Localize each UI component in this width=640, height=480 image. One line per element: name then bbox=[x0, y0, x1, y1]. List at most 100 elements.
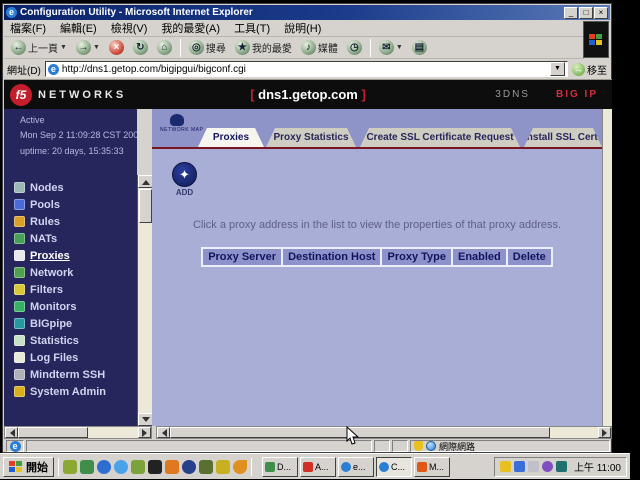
start-button[interactable]: 開始 bbox=[3, 457, 54, 477]
sidebar-item-log-files[interactable]: Log Files bbox=[14, 349, 106, 366]
tray-icon[interactable] bbox=[542, 461, 553, 472]
menu-favorites[interactable]: 我的最愛(A) bbox=[161, 20, 220, 36]
tray-icon[interactable] bbox=[514, 461, 525, 472]
browser-window: e Configuration Utility - Microsoft Inte… bbox=[2, 3, 612, 453]
menu-file[interactable]: 檔案(F) bbox=[10, 20, 46, 36]
go-button[interactable]: → 移至 bbox=[572, 62, 609, 77]
task-button[interactable]: D... bbox=[262, 457, 298, 477]
sidebar-item-bigpipe[interactable]: BIGpipe bbox=[14, 315, 106, 332]
home-button[interactable]: ⌂ bbox=[154, 39, 175, 56]
task-button-active[interactable]: C... bbox=[376, 457, 412, 477]
hscrollbar-thumb[interactable] bbox=[170, 427, 550, 438]
stop-icon: × bbox=[109, 40, 124, 55]
sidebar-item-system-admin[interactable]: System Admin bbox=[14, 383, 106, 400]
refresh-button[interactable]: ↻ bbox=[130, 39, 151, 56]
menu-view[interactable]: 檢視(V) bbox=[111, 20, 148, 36]
add-button[interactable]: ✦ bbox=[172, 162, 197, 187]
minimize-button[interactable]: _ bbox=[564, 7, 578, 19]
sidebar-item-nats[interactable]: NATs bbox=[14, 230, 106, 247]
tab-create-ssl-certificate-request[interactable]: Create SSL Certificate Request bbox=[360, 128, 520, 147]
scrollbar-thumb[interactable] bbox=[139, 189, 152, 223]
menu-tools[interactable]: 工具(T) bbox=[234, 20, 270, 36]
column-delete[interactable]: Delete bbox=[506, 247, 553, 267]
task-button[interactable]: A... bbox=[300, 457, 336, 477]
sidebar-item-proxies[interactable]: Proxies bbox=[14, 247, 106, 264]
document-icon: e bbox=[10, 441, 21, 452]
mail-button[interactable]: ✉ ▼ bbox=[376, 39, 406, 56]
sidebar-item-monitors[interactable]: Monitors bbox=[14, 298, 106, 315]
menu-edit[interactable]: 編輯(E) bbox=[60, 20, 97, 36]
quick-launch-icon[interactable] bbox=[63, 460, 77, 474]
menu-help[interactable]: 說明(H) bbox=[284, 20, 321, 36]
quick-launch-icon[interactable] bbox=[80, 460, 94, 474]
network-map-button[interactable]: NETWORK MAP bbox=[160, 112, 194, 144]
media-icon: ♪ bbox=[301, 40, 316, 55]
favorites-button[interactable]: ★ 我的最愛 bbox=[232, 39, 295, 56]
sidebar-item-filters[interactable]: Filters bbox=[14, 281, 106, 298]
tab-proxy-statistics[interactable]: Proxy Statistics bbox=[266, 128, 356, 147]
nats-icon bbox=[14, 233, 25, 244]
sidebar-scrollbar[interactable] bbox=[137, 175, 152, 426]
scroll-up-icon[interactable] bbox=[138, 175, 153, 188]
tray-icon[interactable] bbox=[500, 461, 511, 472]
scroll-left-icon[interactable] bbox=[5, 427, 18, 438]
address-input[interactable]: e http://dns1.getop.com/bigipgui/bigconf… bbox=[45, 61, 568, 77]
window-titlebar[interactable]: e Configuration Utility - Microsoft Inte… bbox=[4, 5, 610, 20]
stop-button[interactable]: × bbox=[106, 39, 127, 56]
quick-launch-icon[interactable] bbox=[114, 460, 128, 474]
media-button[interactable]: ♪ 媒體 bbox=[298, 39, 341, 56]
column-proxy-server[interactable]: Proxy Server bbox=[201, 247, 283, 267]
column-enabled[interactable]: Enabled bbox=[451, 247, 508, 267]
quick-launch-icon[interactable] bbox=[165, 460, 179, 474]
security-zone-pane: 網際網路 bbox=[410, 440, 610, 452]
column-destination-host[interactable]: Destination Host bbox=[281, 247, 382, 267]
address-dropdown-icon[interactable]: ▼ bbox=[550, 62, 565, 76]
task-button[interactable]: M... bbox=[414, 457, 450, 477]
history-button[interactable]: ◷ bbox=[344, 39, 365, 56]
hostname-banner: [ dns1.getop.com ] bbox=[4, 87, 612, 102]
quick-launch-icon[interactable] bbox=[182, 460, 196, 474]
hscrollbar-thumb[interactable] bbox=[18, 427, 88, 438]
browser-toolbar: ← 上一頁 ▼ → ▼ × ↻ ⌂ ◎ 搜尋 ★ 我的最愛 ♪ 媒體 bbox=[4, 37, 584, 59]
window-title: Configuration Utility - Microsoft Intern… bbox=[20, 7, 253, 18]
quick-launch-icon[interactable] bbox=[97, 460, 111, 474]
back-button[interactable]: ← 上一頁 ▼ bbox=[8, 39, 70, 56]
sidebar-item-pools[interactable]: Pools bbox=[14, 196, 106, 213]
sidebar-item-statistics[interactable]: Statistics bbox=[14, 332, 106, 349]
print-button[interactable]: ▤ bbox=[409, 39, 430, 56]
sidebar-item-network[interactable]: Network bbox=[14, 264, 106, 281]
quick-launch-icon[interactable] bbox=[233, 460, 247, 474]
sidebar-item-mindterm-ssh[interactable]: Mindterm SSH bbox=[14, 366, 106, 383]
forward-dropdown-icon[interactable]: ▼ bbox=[93, 44, 100, 51]
quick-launch-icon[interactable] bbox=[148, 460, 162, 474]
column-proxy-type[interactable]: Proxy Type bbox=[380, 247, 453, 267]
maximize-button[interactable]: □ bbox=[579, 7, 593, 19]
back-dropdown-icon[interactable]: ▼ bbox=[60, 44, 67, 51]
task-button[interactable]: e... bbox=[338, 457, 374, 477]
shield-icon bbox=[414, 441, 423, 451]
home-icon: ⌂ bbox=[157, 40, 172, 55]
main-frame-scrollbar[interactable] bbox=[602, 109, 612, 426]
tray-icon[interactable] bbox=[528, 461, 539, 472]
log-files-icon bbox=[14, 352, 25, 363]
close-button[interactable]: × bbox=[594, 7, 608, 19]
search-button[interactable]: ◎ 搜尋 bbox=[186, 39, 229, 56]
tab-install-ssl-certificate[interactable]: Install SSL Certif bbox=[524, 128, 602, 147]
forward-button[interactable]: → ▼ bbox=[73, 39, 103, 56]
mail-dropdown-icon[interactable]: ▼ bbox=[396, 44, 403, 51]
sidebar-item-nodes[interactable]: Nodes bbox=[14, 179, 106, 196]
tab-proxies[interactable]: Proxies bbox=[198, 128, 264, 147]
tray-icon[interactable] bbox=[556, 461, 567, 472]
sidebar-hscrollbar[interactable] bbox=[4, 426, 152, 439]
scroll-right-icon[interactable] bbox=[598, 427, 611, 438]
quick-launch-icon[interactable] bbox=[199, 460, 213, 474]
pools-icon bbox=[14, 199, 25, 210]
quick-launch-icon[interactable] bbox=[216, 460, 230, 474]
scroll-right-icon[interactable] bbox=[138, 427, 151, 438]
sidebar-item-rules[interactable]: Rules bbox=[14, 213, 106, 230]
main-hscrollbar[interactable] bbox=[156, 426, 612, 439]
status-pane bbox=[374, 440, 390, 452]
scroll-left-icon[interactable] bbox=[157, 427, 170, 438]
quick-launch-icon[interactable] bbox=[131, 460, 145, 474]
scroll-down-icon[interactable] bbox=[138, 413, 153, 426]
